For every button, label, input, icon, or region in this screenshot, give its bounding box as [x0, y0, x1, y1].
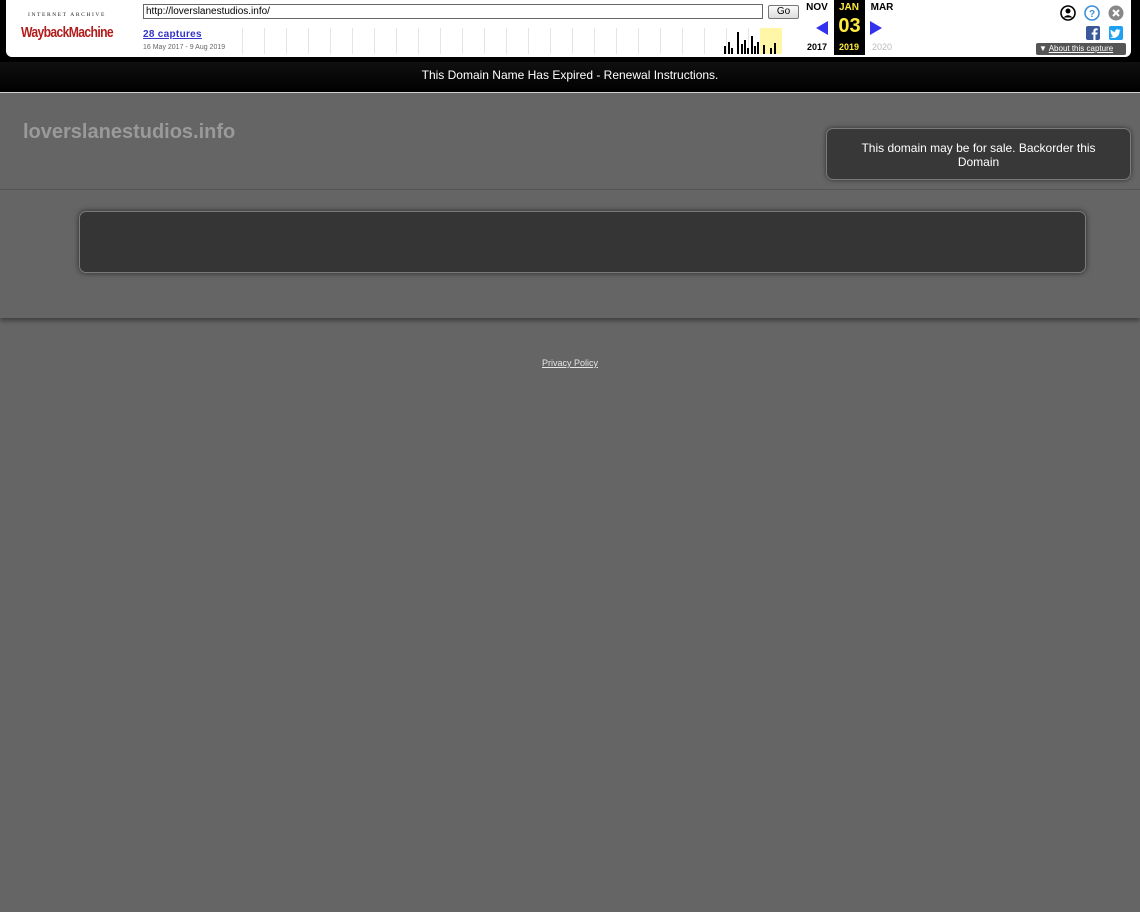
wayback-toolbar: INTERNET ARCHIVE WaybackMachine http://l…	[0, 0, 1140, 62]
wayback-toolbar-panel: INTERNET ARCHIVE WaybackMachine http://l…	[6, 0, 1131, 57]
triangle-down-icon: ▼	[1039, 44, 1047, 53]
captures-date-range: 16 May 2017 - 9 Aug 2019	[143, 44, 226, 51]
expired-banner-text[interactable]: This Domain Name Has Expired - Renewal I…	[422, 68, 719, 82]
svg-text:INTERNET ARCHIVE: INTERNET ARCHIVE	[28, 12, 106, 18]
wayback-url-input[interactable]: http://loverslanestudios.info/	[143, 4, 763, 19]
go-button[interactable]: Go	[768, 5, 799, 19]
content-box	[79, 211, 1086, 273]
current-year-label: 2019	[838, 42, 860, 52]
current-month-label: JAN	[838, 2, 859, 13]
prev-month-label[interactable]: NOV	[802, 2, 832, 13]
content-area	[0, 190, 1140, 318]
site-title[interactable]: loverslanestudios.info	[23, 121, 235, 144]
domain-for-sale-text[interactable]: This domain may be for sale. Backorder t…	[861, 141, 1095, 169]
captures-link[interactable]: 28 captures	[143, 29, 202, 40]
about-capture-button[interactable]: ▼ About this capture	[1036, 43, 1126, 55]
prev-capture-arrow-icon[interactable]	[814, 20, 830, 36]
close-icon[interactable]	[1108, 5, 1124, 21]
privacy-policy-link[interactable]: Privacy Policy	[0, 358, 1140, 368]
current-day-label: 03	[838, 15, 861, 37]
capture-sparkline[interactable]	[242, 28, 799, 54]
prev-year-label[interactable]: 2017	[802, 42, 832, 52]
wayback-machine-logo[interactable]: INTERNET ARCHIVE WaybackMachine	[18, 8, 116, 44]
svg-text:WaybackMachine: WaybackMachine	[21, 24, 113, 41]
expired-domain-banner[interactable]: This Domain Name Has Expired - Renewal I…	[0, 62, 1140, 93]
next-capture-arrow-icon[interactable]	[868, 20, 884, 36]
facebook-icon[interactable]	[1086, 26, 1100, 40]
next-year-label: 2020	[871, 42, 893, 52]
domain-for-sale-box[interactable]: This domain may be for sale. Backorder t…	[826, 128, 1131, 180]
about-capture-label: About this capture	[1048, 44, 1114, 53]
help-icon[interactable]: ?	[1084, 5, 1100, 21]
svg-text:?: ?	[1089, 9, 1095, 20]
site-header: loverslanestudios.info This domain may b…	[0, 94, 1140, 190]
user-icon[interactable]	[1060, 5, 1076, 21]
twitter-icon[interactable]	[1109, 26, 1123, 40]
next-month-label[interactable]: MAR	[867, 2, 897, 13]
